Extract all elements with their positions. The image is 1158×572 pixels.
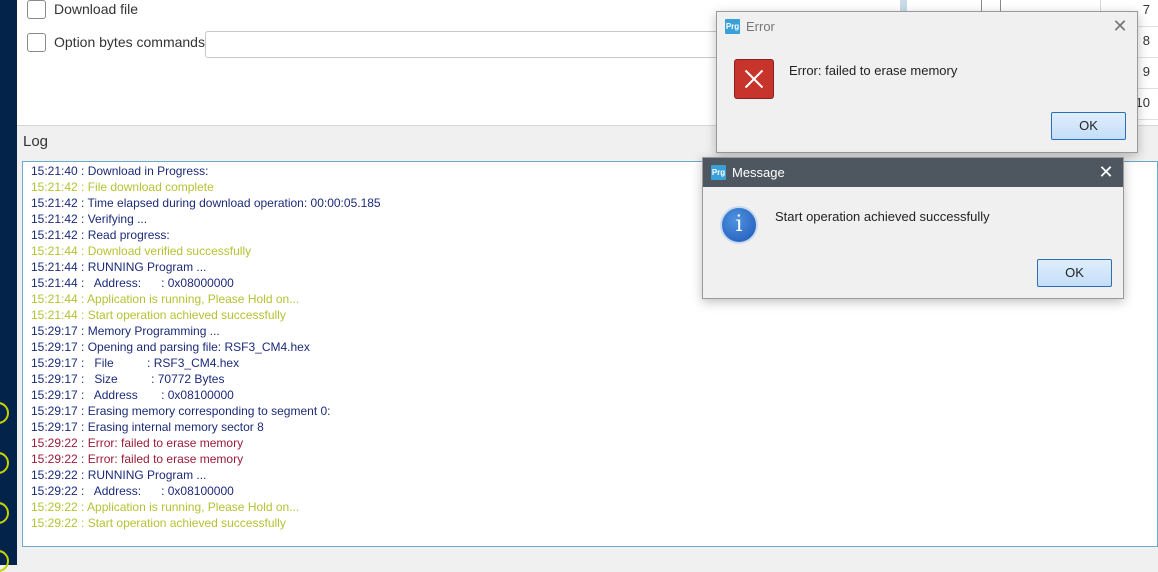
prg-app-icon: Prg <box>711 165 726 180</box>
error-dialog-titlebar: Prg Error ✕ <box>717 12 1137 41</box>
log-line: 15:21:40 : Download in Progress: <box>31 164 209 178</box>
error-ok-button[interactable]: OK <box>1051 112 1126 140</box>
sidebar-tool-icon-2[interactable] <box>0 452 9 474</box>
log-line: 15:21:42 : File download complete <box>31 180 214 194</box>
log-line: 15:21:42 : Verifying ... <box>31 212 148 226</box>
log-line: 15:29:22 : Application is running, Pleas… <box>31 500 300 514</box>
message-ok-button[interactable]: OK <box>1037 259 1112 287</box>
sidebar-tool-icon-1[interactable] <box>0 402 9 424</box>
sidebar-tool-icon-3[interactable] <box>0 502 9 524</box>
log-line: 15:29:17 : Memory Programming ... <box>31 324 220 338</box>
message-dialog-message: Start operation achieved successfully <box>775 209 990 224</box>
download-file-row: Download file <box>27 0 138 21</box>
log-line: 15:21:44 : Address: : 0x08000000 <box>31 276 234 290</box>
log-line: 15:21:42 : Read progress: <box>31 228 170 242</box>
prg-app-icon: Prg <box>725 19 740 34</box>
error-dialog-message: Error: failed to erase memory <box>789 63 958 78</box>
log-line: 15:29:22 : Address: : 0x08100000 <box>31 484 234 498</box>
log-line: 15:21:44 : RUNNING Program ... <box>31 260 207 274</box>
option-bytes-label: Option bytes commands <box>54 34 205 50</box>
download-file-checkbox[interactable] <box>27 0 46 19</box>
log-line: 15:29:22 : Error: failed to erase memory <box>31 436 244 450</box>
log-line: 15:21:44 : Start operation achieved succ… <box>31 308 286 322</box>
log-line: 15:29:22 : Start operation achieved succ… <box>31 516 286 530</box>
close-icon[interactable]: ✕ <box>1111 17 1129 35</box>
log-line: 15:21:44 : Download verified successfull… <box>31 244 252 258</box>
log-line: 15:29:17 : Size : 70772 Bytes <box>31 372 225 386</box>
error-dialog-title: Error <box>746 19 775 34</box>
option-bytes-input[interactable] <box>205 31 725 58</box>
info-icon: i <box>720 206 758 244</box>
download-file-label: Download file <box>54 1 139 17</box>
close-icon[interactable]: ✕ <box>1097 163 1115 181</box>
left-sidebar <box>0 0 17 572</box>
message-dialog: Prg Message ✕ i Start operation achieved… <box>702 157 1124 299</box>
error-x-icon <box>734 59 774 99</box>
message-dialog-title: Message <box>732 165 785 180</box>
log-line: 15:29:17 : Erasing memory corresponding … <box>31 404 331 418</box>
log-line: 15:29:17 : Address : 0x08100000 <box>31 388 234 402</box>
log-line: 15:29:22 : RUNNING Program ... <box>31 468 207 482</box>
sidebar-tool-icon-4[interactable] <box>0 550 9 572</box>
option-bytes-row: Option bytes commands <box>27 30 205 54</box>
message-dialog-titlebar: Prg Message ✕ <box>703 158 1123 187</box>
log-line: 15:21:44 : Application is running, Pleas… <box>31 292 300 306</box>
option-bytes-checkbox[interactable] <box>27 32 46 52</box>
log-line: 15:29:17 : Opening and parsing file: RSF… <box>31 340 310 354</box>
log-line: 15:29:17 : Erasing internal memory secto… <box>31 420 264 434</box>
log-line: 15:29:22 : Error: failed to erase memory <box>31 452 244 466</box>
log-line: 15:21:42 : Time elapsed during download … <box>31 196 381 210</box>
log-title: Log <box>23 133 49 150</box>
error-dialog: Prg Error ✕ Error: failed to erase memor… <box>716 11 1138 153</box>
log-line: 15:29:17 : File : RSF3_CM4.hex <box>31 356 240 370</box>
